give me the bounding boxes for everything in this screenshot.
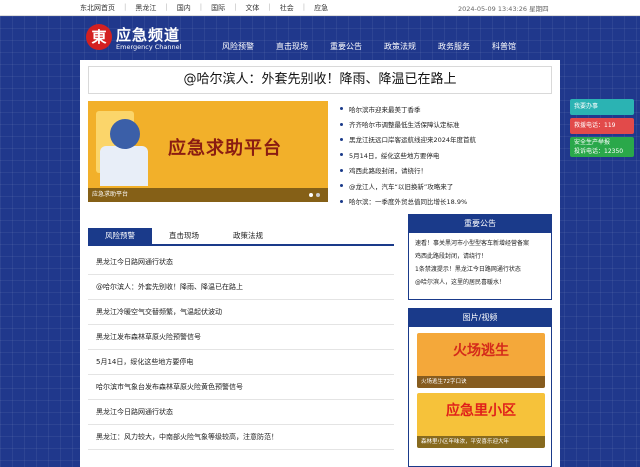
nav-risk-warning[interactable]: 风险预警 [222, 41, 254, 52]
news-item[interactable]: 5月14日，绥化这些地方要停电 [340, 147, 550, 162]
news-text: 鸡西此路段封闭，请绕行！ [349, 167, 427, 176]
date-time: 2024-05-09 13:43:26 星期四 [458, 5, 549, 13]
top-bar: 东北网首页 | 黑龙江 | 国内 | 国际 | 文体 | 社会 | 应急 2024-05-0… [0, 0, 640, 16]
report-label: 安全生产举报 [574, 139, 611, 146]
notice-item[interactable]: @哈尔滨人，这里的居民喜暖水！ [415, 276, 545, 289]
news-item[interactable]: 黑龙江抚远口岸客运航线迎来2024年度首航 [340, 132, 550, 147]
main-content: @哈尔滨人：外套先别收！降雨、降温已在路上 应急求助平台 应急求助平台 哈尔滨市… [80, 60, 560, 467]
nav-policy[interactable]: 政策法规 [384, 41, 416, 52]
list-item[interactable]: 黑龙江冷暖空气交替频繁，气温起伏波动 [88, 300, 394, 325]
separator: | [199, 3, 203, 11]
video-panel: 图片/视频 火场逃生 火场逃生72字口诀 应急里小区 森林里小区年味浓，平安喜乐… [408, 308, 552, 467]
logo-english: Emergency Channel [116, 43, 182, 51]
separator: | [124, 3, 127, 11]
carousel-dots [306, 193, 320, 197]
news-item[interactable]: 齐齐哈尔市调整最低生活保障认定标准 [340, 116, 550, 131]
news-list: 哈尔滨市迎来最美丁香季 齐齐哈尔市调整最低生活保障认定标准 黑龙江抚远口岸客运航… [340, 101, 550, 209]
news-text: 哈尔滨市迎来最美丁香季 [349, 105, 421, 114]
slide-person-body [100, 146, 148, 186]
report-phone-button[interactable]: 安全生产举报 投诉电话：12350 [570, 137, 634, 157]
carousel[interactable]: 应急求助平台 应急求助平台 [88, 101, 328, 202]
article-list: 黑龙江今日路网通行状态 @哈尔滨人：外套先别收！降雨、降温已在路上 黑龙江冷暖空… [88, 250, 394, 450]
bullet-icon [340, 107, 343, 111]
sidebar: 重要公告 速看！事关黑河市小型型客车新增经营备案 鸡西此路段封闭，请绕行！ 1条… [408, 214, 552, 467]
top-link-emergency[interactable]: 应急 [314, 3, 328, 13]
top-link-heilongjiang[interactable]: 黑龙江 [135, 3, 156, 13]
main-nav: 风险预警 直击现场 重要公告 政策法规 政务服务 科普馆 [222, 41, 538, 52]
news-item[interactable]: 鸡西此路段封闭，请绕行！ [340, 163, 550, 178]
news-item[interactable]: 哈尔滨：一季度外贸总值同比增长18.9% [340, 193, 550, 208]
slide-caption: 应急求助平台 [88, 188, 328, 202]
tab-policy[interactable]: 政策法规 [216, 228, 280, 244]
slide-title: 应急求助平台 [168, 138, 282, 159]
news-text: 哈尔滨：一季度外贸总值同比增长18.9% [349, 198, 468, 207]
list-item[interactable]: 黑龙江今日路网通行状态 [88, 400, 394, 425]
category-tabs: 风险预警 直击现场 政策法规 [88, 228, 394, 246]
notice-item[interactable]: 速看！事关黑河市小型型客车新增经营备案 [415, 237, 545, 250]
video-thumb-caption: 火场逃生72字口诀 [417, 376, 545, 388]
bullet-icon [340, 122, 343, 126]
tab-live-scene[interactable]: 直击现场 [152, 228, 216, 244]
notice-panel: 重要公告 速看！事关黑河市小型型客车新增经营备案 鸡西此路段封闭，请绕行！ 1条… [408, 214, 552, 300]
top-link-international[interactable]: 国际 [211, 3, 225, 13]
notice-item[interactable]: 鸡西此路段封闭，请绕行！ [415, 250, 545, 263]
bullet-icon [340, 168, 343, 172]
rescue-phone-button[interactable]: 救援电话：119 [570, 118, 634, 134]
carousel-dot-2[interactable] [316, 193, 320, 197]
notice-item[interactable]: 1条禁渡提示！黑龙江今日路网通行状态 [415, 263, 545, 276]
nav-live-scene[interactable]: 直击现场 [276, 41, 308, 52]
separator: | [165, 3, 168, 11]
news-item[interactable]: @龙江人，汽车“以旧换新”攻略来了 [340, 178, 550, 193]
logo-mark-icon: 東 [86, 24, 112, 50]
video-thumb-2[interactable]: 应急里小区 森林里小区年味浓，平安喜乐迎大年 [417, 393, 545, 448]
top-link-home[interactable]: 东北网首页 [80, 3, 115, 13]
news-text: @龙江人，汽车“以旧换新”攻略来了 [349, 182, 454, 191]
top-link-sports[interactable]: 文体 [245, 3, 259, 13]
separator: | [268, 3, 271, 11]
news-text: 黑龙江抚远口岸客运航线迎来2024年度首航 [349, 136, 477, 145]
site-header: 東 应急频道 Emergency Channel 风险预警 直击现场 重要公告 … [0, 16, 640, 60]
separator: | [234, 3, 237, 11]
list-item[interactable]: 5月14日，绥化这些地方要停电 [88, 350, 394, 375]
list-item[interactable]: @哈尔滨人：外套先别收！降雨、降温已在路上 [88, 275, 394, 300]
slide-person-icon [110, 119, 140, 149]
separator: | [302, 3, 306, 11]
top-link-domestic[interactable]: 国内 [177, 3, 191, 13]
list-item[interactable]: 哈尔滨市气象台发布森林草原火险黄色预警信号 [88, 375, 394, 400]
nav-announcements[interactable]: 重要公告 [330, 41, 362, 52]
logo-name: 应急频道 [116, 26, 181, 44]
nav-science[interactable]: 科普馆 [492, 41, 516, 52]
tab-risk-warning[interactable]: 风险预警 [88, 228, 152, 244]
list-item[interactable]: 黑龙江发布森林草原火险预警信号 [88, 325, 394, 350]
list-item[interactable]: 黑龙江：风力较大，中南部火险气象等级较高，注意防范！ [88, 425, 394, 450]
notice-title: 重要公告 [409, 215, 551, 233]
list-item[interactable]: 黑龙江今日路网通行状态 [88, 250, 394, 275]
report-phone: 投诉电话：12350 [574, 148, 624, 155]
news-text: 5月14日，绥化这些地方要停电 [349, 151, 440, 160]
video-thumb-caption: 森林里小区年味浓，平安喜乐迎大年 [417, 436, 545, 448]
video-thumb-title: 火场逃生 [453, 343, 509, 359]
top-link-society[interactable]: 社会 [280, 3, 294, 13]
carousel-dot-1[interactable] [309, 193, 313, 197]
video-title: 图片/视频 [409, 309, 551, 327]
site-logo[interactable]: 東 应急频道 Emergency Channel [86, 24, 206, 54]
bullet-icon [340, 184, 343, 188]
headline-link[interactable]: @哈尔滨人：外套先别收！降雨、降温已在路上 [88, 66, 552, 94]
bullet-icon [340, 153, 343, 157]
news-text: 齐齐哈尔市调整最低生活保障认定标准 [349, 121, 460, 130]
video-thumb-1[interactable]: 火场逃生 火场逃生72字口诀 [417, 333, 545, 388]
bullet-icon [340, 199, 343, 203]
nav-gov-service[interactable]: 政务服务 [438, 41, 470, 52]
service-button[interactable]: 我要办事 [570, 99, 634, 115]
bullet-icon [340, 137, 343, 141]
top-links: 东北网首页 | 黑龙江 | 国内 | 国际 | 文体 | 社会 | 应急 [80, 3, 328, 13]
video-thumb-title: 应急里小区 [446, 403, 516, 419]
news-item[interactable]: 哈尔滨市迎来最美丁香季 [340, 101, 550, 116]
